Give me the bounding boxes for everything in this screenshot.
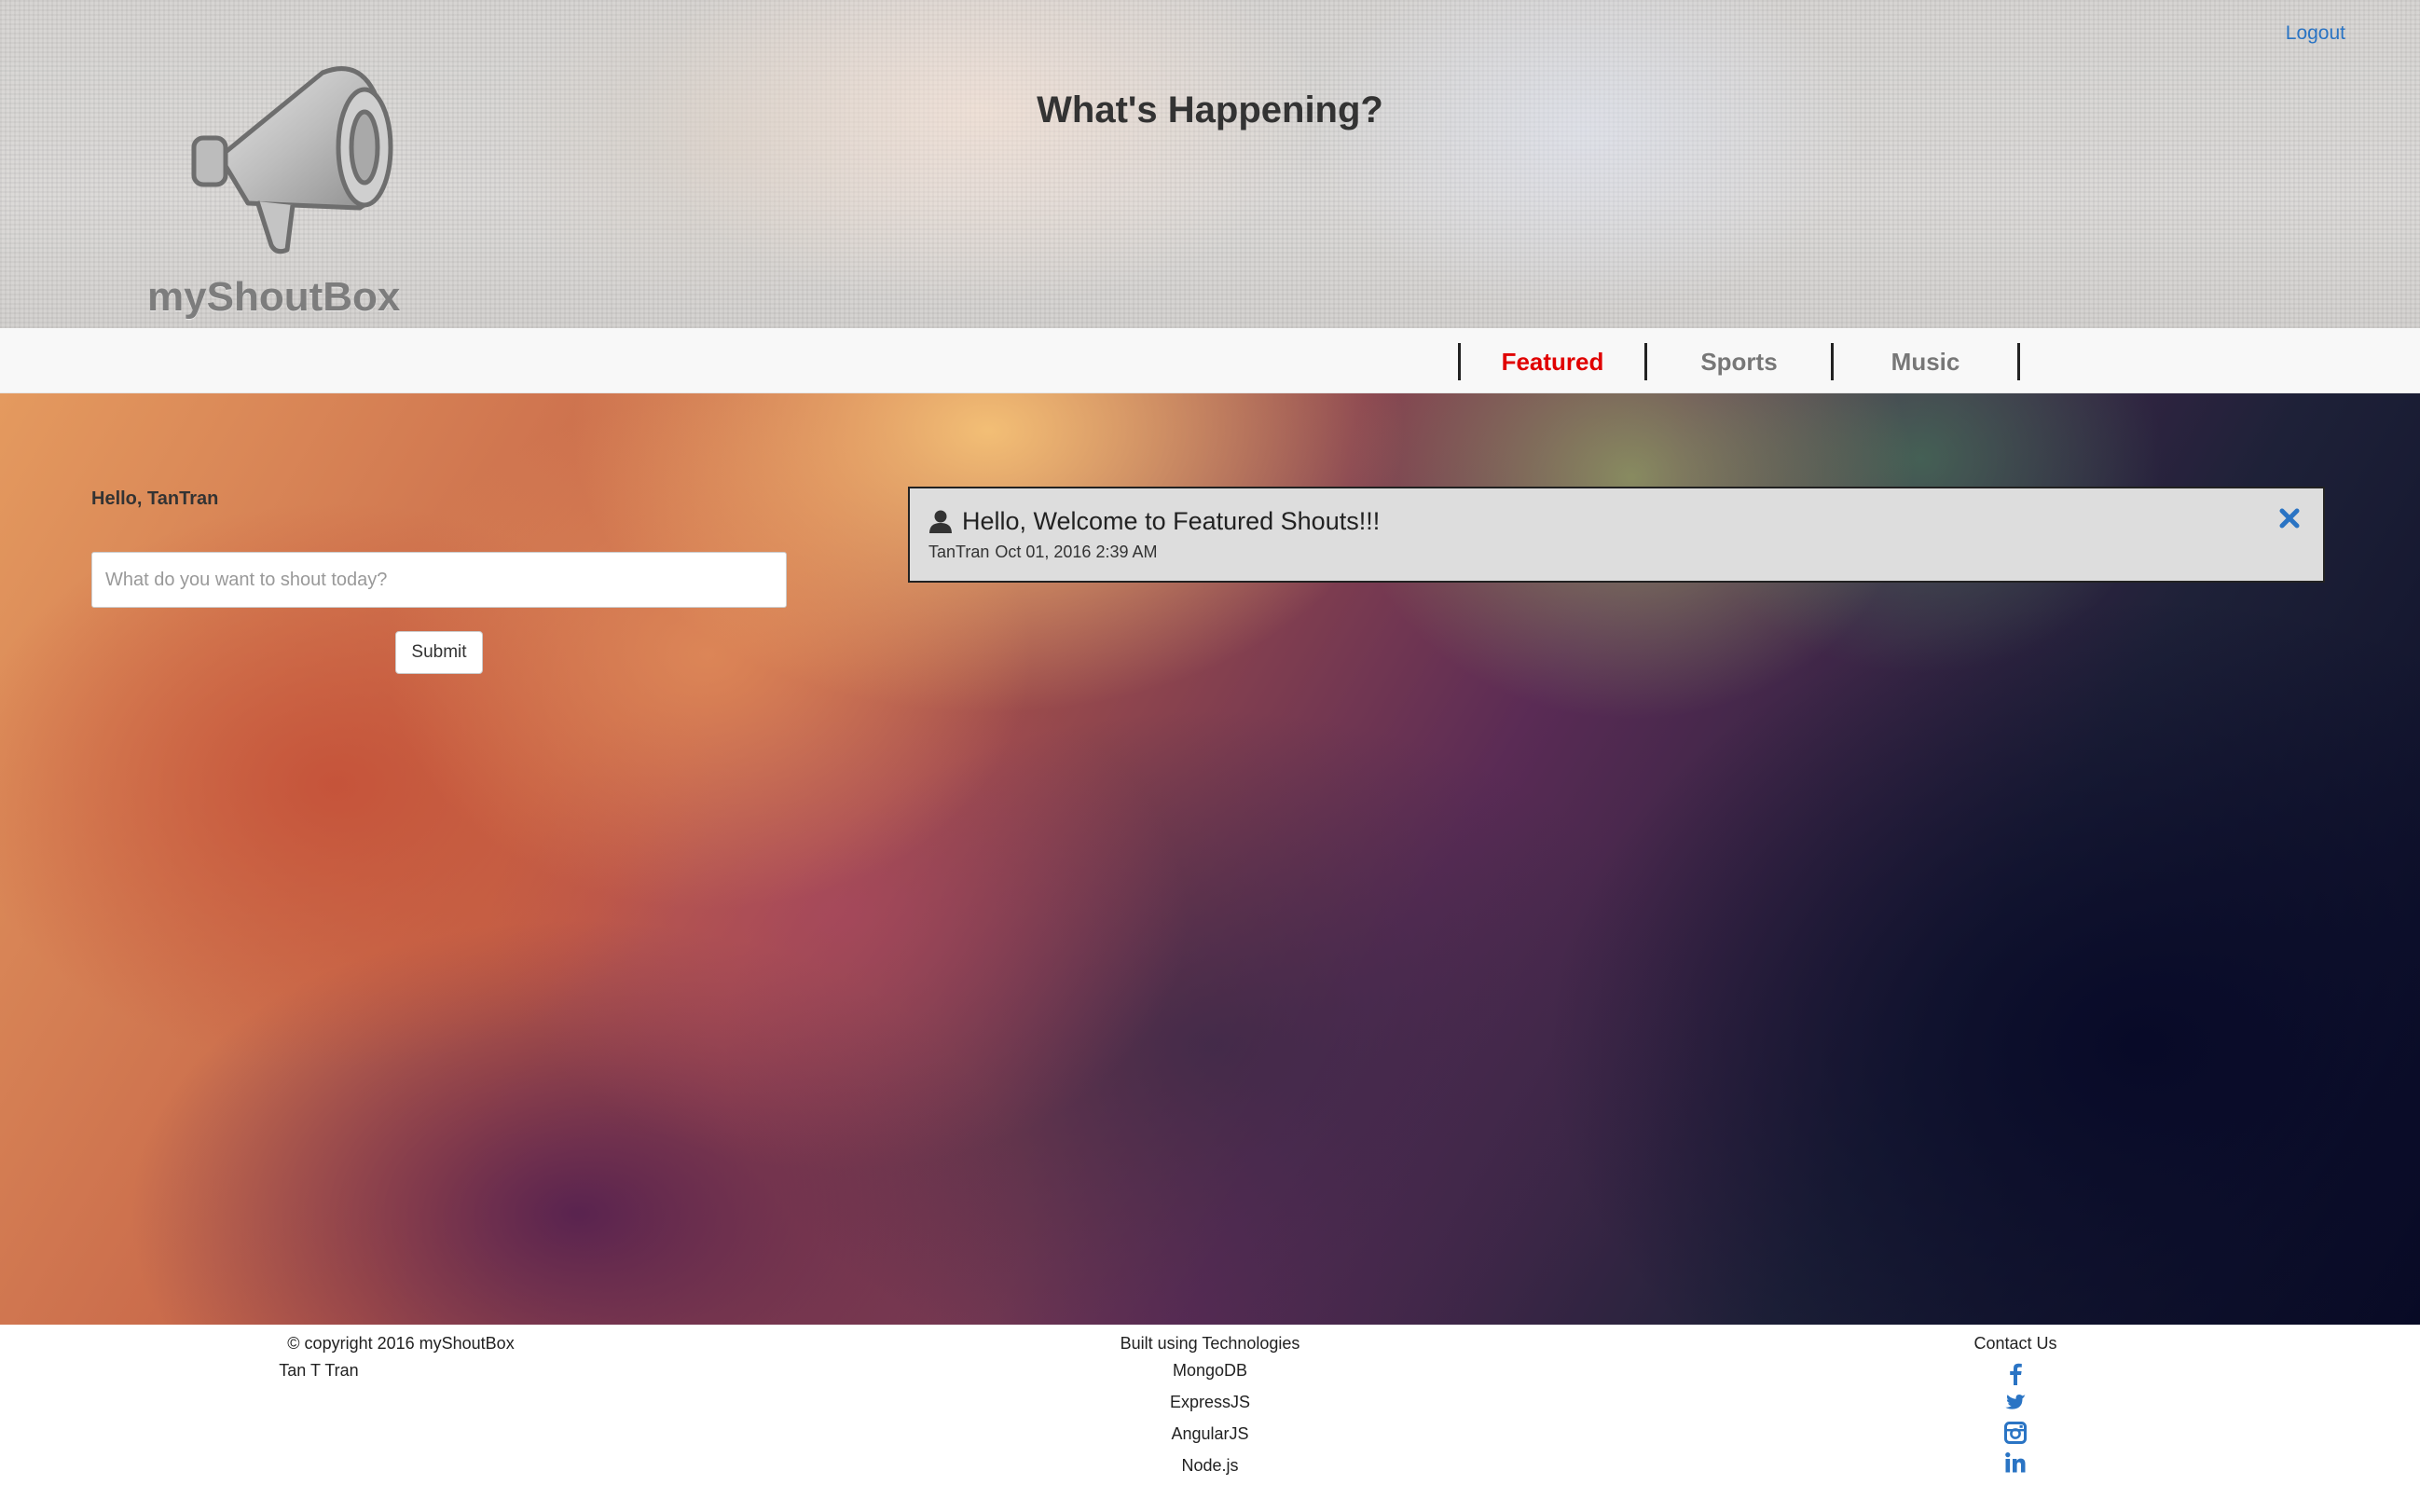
author-name: Tan T Tran [279,1361,359,1380]
close-icon[interactable] [2278,507,2301,529]
contact-heading: Contact Us [1973,1334,2057,1353]
shout-message: Hello, Welcome to Featured Shouts!!! [962,507,1381,535]
logout-link[interactable]: Logout [2286,22,2345,45]
site-footer: © copyright 2016 myShoutBox Tan T Tran B… [0,1325,2420,1512]
tech-item: ExpressJS [1169,1393,1251,1411]
nav-divider [2017,343,2020,380]
site-header: myShoutBox What's Happening? Logout [0,0,2420,328]
submit-button[interactable]: Submit [395,631,483,674]
page-title: What's Happening? [1037,89,1383,131]
megaphone-logo-icon [191,66,393,254]
category-nav: Featured Sports Music [0,328,2420,393]
footer-copyright: © copyright 2016 myShoutBox Tan T Tran [214,1334,587,1381]
tech-item: MongoDB [1172,1361,1248,1380]
tab-sports[interactable]: Sports [1647,343,1831,380]
nav-tabs: Featured Sports Music [1458,343,2020,380]
shout-input[interactable] [91,552,787,608]
tech-item: AngularJS [1171,1424,1249,1443]
tab-featured[interactable]: Featured [1461,343,1644,380]
twitter-icon[interactable] [2003,1391,2028,1415]
tab-music[interactable]: Music [1834,343,2017,380]
main-content: Hello, TanTran Submit Hello, Welcome to … [0,393,2420,1325]
footer-technologies: Built using Technologies MongoDB Express… [1024,1334,1396,1488]
linkedin-icon[interactable] [2003,1450,2028,1475]
shout-card: Hello, Welcome to Featured Shouts!!! Tan… [908,487,2325,583]
logo-text: myShoutBox [147,274,401,320]
shout-author: TanTran [928,543,990,561]
user-greeting: Hello, TanTran [91,488,219,509]
tech-heading: Built using Technologies [1120,1334,1300,1353]
user-icon [929,510,952,533]
footer-contact: Contact Us [1922,1334,2109,1480]
facebook-icon[interactable] [2003,1361,2028,1385]
shout-timestamp: Oct 01, 2016 2:39 AM [995,543,1158,561]
tech-item: Node.js [1181,1456,1239,1475]
copyright-text: © copyright 2016 myShoutBox [287,1334,515,1353]
shout-meta: TanTran Oct 01, 2016 2:39 AM [928,543,1158,562]
instagram-icon[interactable] [2003,1421,2028,1445]
